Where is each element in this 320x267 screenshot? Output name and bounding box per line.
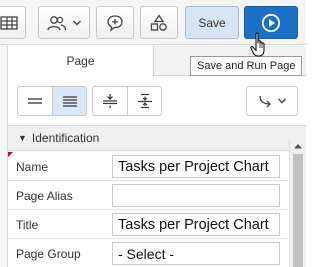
scroll-thumb[interactable] — [293, 154, 303, 267]
comment-add-icon — [107, 14, 123, 32]
section-title: Identification — [31, 131, 100, 145]
play-icon — [261, 13, 281, 32]
required-marker — [8, 152, 13, 157]
expand-icon — [137, 93, 152, 109]
comments-button[interactable] — [96, 6, 134, 39]
property-label: Name — [16, 159, 49, 174]
lines-full-icon — [62, 96, 77, 107]
page-group-select[interactable]: - Select - — [112, 242, 280, 265]
grid-icon — [0, 15, 18, 30]
show-common-button[interactable] — [18, 87, 52, 115]
property-row-title: Title Tasks per Project Chart — [8, 210, 288, 239]
collapse-all-button[interactable] — [93, 87, 127, 115]
property-row-page-group: Page Group - Select - — [8, 239, 288, 267]
title-field[interactable]: Tasks per Project Chart — [112, 213, 280, 236]
property-label: Page Alias — [16, 188, 73, 203]
show-all-button[interactable] — [52, 87, 86, 115]
grid-layout-button[interactable] — [0, 6, 26, 39]
chevron-down-icon — [73, 20, 81, 25]
lines-compact-icon — [28, 98, 42, 104]
users-icon — [47, 15, 67, 30]
property-row-name: Name Tasks per Project Chart — [8, 152, 288, 181]
shared-components-button[interactable] — [38, 6, 90, 39]
identification-section-header[interactable]: ▼ Identification — [8, 125, 306, 151]
expand-all-button[interactable] — [127, 87, 161, 115]
go-to-arrow-icon — [258, 95, 271, 108]
save-button-label: Save — [198, 15, 226, 30]
display-mode-group — [17, 86, 87, 116]
property-list: Name Tasks per Project Chart Page Alias … — [8, 152, 288, 267]
chevron-down-icon — [277, 98, 286, 104]
collapse-icon — [103, 94, 117, 108]
collapse-caret-icon: ▼ — [18, 133, 27, 143]
save-button[interactable]: Save — [185, 6, 239, 39]
collapse-expand-group — [92, 86, 162, 116]
tab-page[interactable]: Page — [8, 46, 154, 76]
utilities-button[interactable] — [140, 6, 178, 39]
view-toolbar — [8, 77, 306, 123]
property-label: Page Group — [16, 246, 81, 261]
page-alias-field[interactable] — [112, 184, 280, 207]
scroll-up-arrow-icon[interactable] — [290, 140, 306, 152]
left-panel-edge — [0, 46, 8, 267]
property-row-page-alias: Page Alias — [8, 181, 288, 210]
shapes-icon — [150, 13, 167, 31]
name-field[interactable]: Tasks per Project Chart — [112, 155, 280, 178]
hand-pointer-cursor-icon — [250, 32, 270, 58]
save-and-run-tooltip: Save and Run Page — [190, 56, 303, 76]
property-label: Title — [16, 217, 39, 232]
go-to-group-dropdown[interactable] — [246, 86, 298, 116]
scrollbar[interactable] — [289, 140, 306, 267]
